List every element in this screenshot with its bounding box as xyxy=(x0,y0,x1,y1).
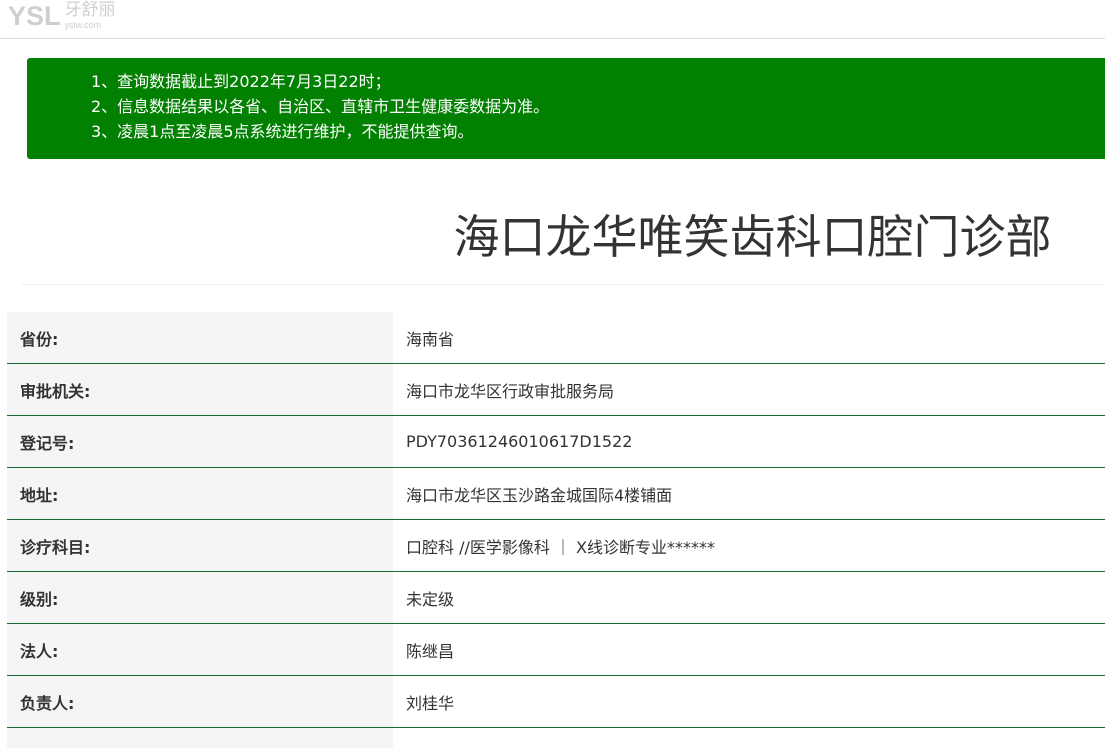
field-value: 陈继昌 xyxy=(393,624,1105,676)
table-row: 级别: 未定级 xyxy=(7,572,1105,624)
field-value: 口腔科 //医学影像科 ｜ X线诊断专业****** xyxy=(393,520,1105,572)
clinic-info-table: 省份: 海南省 审批机关: 海口市龙华区行政审批服务局 登记号: PDY7036… xyxy=(7,312,1105,748)
table-row: 诊疗科目: 口腔科 //医学影像科 ｜ X线诊断专业****** xyxy=(7,520,1105,572)
field-value: 海口市龙华区行政审批服务局 xyxy=(393,364,1105,416)
table-row: 省份: 海南省 xyxy=(7,312,1105,364)
notice-line-1: 1、查询数据截止到2022年7月3日22时； xyxy=(91,69,1105,94)
notice-line-3: 3、凌晨1点至凌晨5点系统进行维护，不能提供查询。 xyxy=(91,119,1105,144)
table-row: 审批机关: 海口市龙华区行政审批服务局 xyxy=(7,364,1105,416)
field-label: 诊疗科目: xyxy=(7,520,393,572)
field-label: 级别: xyxy=(7,572,393,624)
table-row: 登记号: PDY70361246010617D1522 xyxy=(7,416,1105,468)
field-label: 登记号: xyxy=(7,416,393,468)
site-logo[interactable]: YSL 牙舒丽 yslw.com xyxy=(8,0,116,36)
notice-line-2: 2、信息数据结果以各省、自治区、直辖市卫生健康委数据为准。 xyxy=(91,94,1105,119)
clinic-title: 海口龙华唯笑齿科口腔门诊部 xyxy=(0,206,1105,268)
field-value: 刘桂华 xyxy=(393,676,1105,728)
field-label: 负责人: xyxy=(7,676,393,728)
field-label: 审批机关: xyxy=(7,364,393,416)
field-value: PDY70361246010617D1522 xyxy=(393,416,1105,468)
field-value: 海口市龙华区玉沙路金城国际4楼铺面 xyxy=(393,468,1105,520)
logo-chinese-name: 牙舒丽 xyxy=(65,2,116,19)
field-label: 地址: xyxy=(7,468,393,520)
field-value: 海南省 xyxy=(393,312,1105,364)
field-value: 未定级 xyxy=(393,572,1105,624)
logo-mark: YSL xyxy=(8,0,61,32)
field-label: 省份: xyxy=(7,312,393,364)
notice-banner: 1、查询数据截止到2022年7月3日22时； 2、信息数据结果以各省、自治区、直… xyxy=(27,58,1105,159)
title-divider xyxy=(22,284,1105,285)
logo-text: 牙舒丽 yslw.com xyxy=(65,0,116,30)
table-row: 负责人: 刘桂华 xyxy=(7,676,1105,728)
table-row: 法人: 陈继昌 xyxy=(7,624,1105,676)
logo-url: yslw.com xyxy=(65,21,116,30)
top-bar: YSL 牙舒丽 yslw.com xyxy=(0,0,1105,39)
table-row: 地址: 海口市龙华区玉沙路金城国际4楼铺面 xyxy=(7,468,1105,520)
field-label: 法人: xyxy=(7,624,393,676)
